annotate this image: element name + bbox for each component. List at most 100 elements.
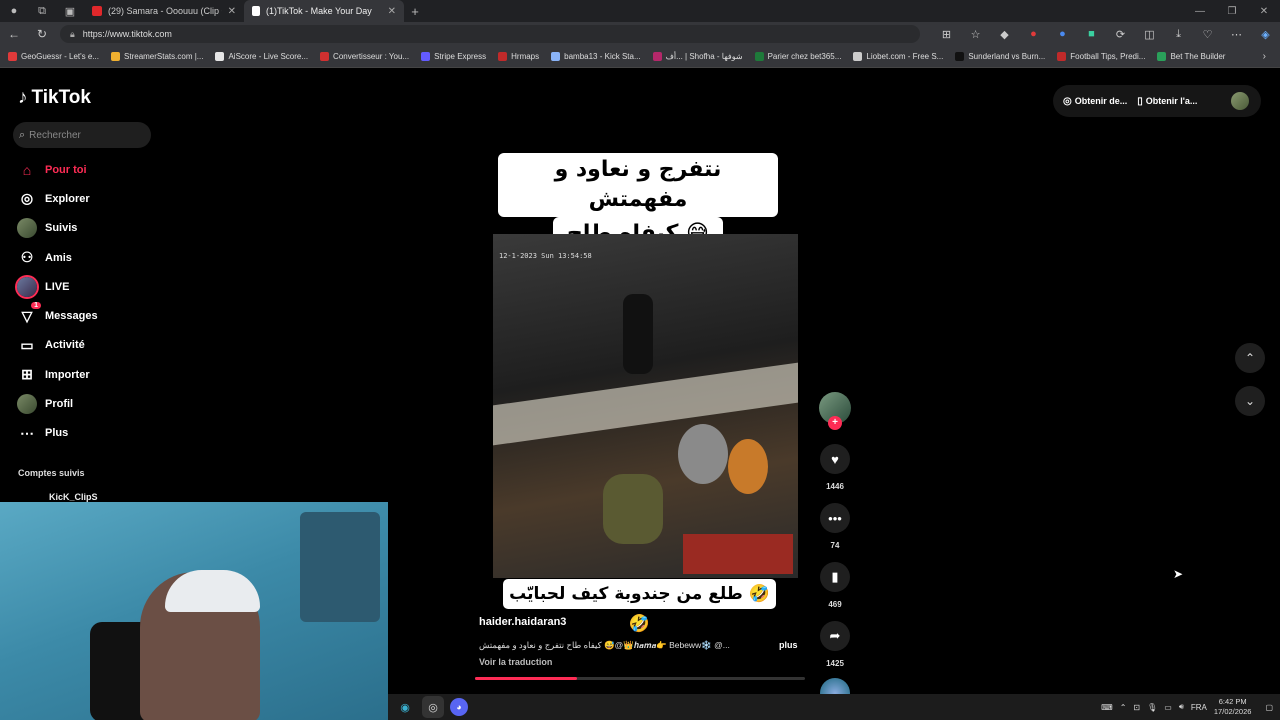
workspaces-icon[interactable]: ⧉	[28, 0, 56, 22]
bookmark[interactable]: GeoGuessr - Let's e...	[8, 52, 99, 61]
extension-icon[interactable]: ◆	[990, 28, 1019, 41]
share-action[interactable]: ➦ 1425	[818, 621, 852, 668]
comment-icon[interactable]: •••	[820, 503, 850, 533]
sidebar-item-amis[interactable]: ⚇ Amis	[16, 243, 166, 272]
get-app-button[interactable]: ▯ Obtenir l'a...	[1137, 96, 1197, 107]
notification-icon[interactable]: ▢	[1265, 703, 1273, 712]
phone-icon: ▯	[1137, 95, 1143, 107]
close-window-icon[interactable]: ✕	[1248, 6, 1280, 17]
menu-dots-icon[interactable]: ⋯	[1222, 28, 1251, 41]
downloads-icon[interactable]: ⤓	[1164, 28, 1193, 41]
bookmark[interactable]: Hrmaps	[498, 52, 539, 61]
bookmark-favicon-icon	[421, 52, 431, 61]
sidebar-item-suivis[interactable]: Suivis	[16, 214, 166, 243]
bookmark[interactable]: Convertisseur : You...	[320, 52, 409, 61]
coin-icon: ◎	[1063, 95, 1072, 107]
tab-tiktok[interactable]: (1)TikTok - Make Your Day ✕	[244, 0, 404, 22]
chevron-down-icon: ⌄	[1244, 394, 1256, 408]
video-author[interactable]: haider.haidaran3	[479, 616, 566, 628]
bookmark[interactable]: Sunderland vs Burn...	[955, 52, 1045, 61]
extension-blue-icon[interactable]: ●	[1048, 28, 1077, 41]
clock-time: 6:42 PM	[1218, 697, 1247, 706]
sidebar-item-messages[interactable]: ▽ 1 Messages	[16, 301, 166, 330]
get-coins-button[interactable]: ◎ Obtenir de...	[1063, 96, 1127, 107]
bookmark[interactable]: Football Tips, Predi...	[1057, 52, 1145, 61]
video-progress-bar[interactable]	[475, 677, 805, 680]
bookmark-label: Convertisseur : You...	[333, 52, 410, 61]
extension-green-icon[interactable]: ■	[1077, 28, 1106, 41]
chevron-up-icon[interactable]: ⌃	[1120, 703, 1127, 712]
friends-icon: ⚇	[20, 249, 34, 266]
language-indicator[interactable]: FRA	[1191, 703, 1207, 712]
maximize-icon[interactable]: ❐	[1216, 6, 1248, 17]
microphone-icon[interactable]: 🎙︎	[1147, 703, 1157, 712]
next-video-button[interactable]: ⌄	[1235, 386, 1265, 416]
sidebar-item-live[interactable]: LIVE	[16, 272, 166, 301]
new-tab-button[interactable]: +	[404, 4, 426, 19]
favorite-star-icon[interactable]: ☆	[961, 28, 990, 41]
site-info-icon[interactable]: 🔒︎	[70, 29, 75, 40]
bookmark[interactable]: Parier chez bet365...	[754, 52, 841, 61]
extension-red-icon[interactable]: ●	[1019, 28, 1048, 41]
bookmark[interactable]: Bet The Builder	[1157, 52, 1225, 61]
app-available-icon[interactable]: ⊞	[932, 28, 961, 41]
sidebar-item-explorer[interactable]: ◎ Explorer	[16, 184, 166, 213]
creator-avatar[interactable]: +	[819, 392, 851, 430]
discord-app-icon[interactable]: ◕	[450, 698, 468, 716]
close-tab-icon[interactable]: ✕	[388, 6, 396, 17]
avatar[interactable]	[1231, 92, 1249, 110]
back-icon[interactable]: ←	[0, 27, 28, 41]
profile-icon[interactable]: ●	[0, 0, 28, 22]
refresh-extension-icon[interactable]: ⟳	[1106, 28, 1135, 41]
keyboard-icon[interactable]: ⌨	[1101, 703, 1113, 712]
like-action[interactable]: ♥ 1446	[818, 444, 852, 491]
split-screen-icon[interactable]: ◫	[1135, 28, 1164, 41]
bookmark[interactable]: Liobet.com - Free S...	[853, 52, 943, 61]
bookmark-favicon-icon	[8, 52, 17, 61]
bookmark[interactable]: bamba13 - Kick Sta...	[551, 52, 641, 61]
sidebar-item-label: Amis	[45, 251, 72, 264]
comment-action[interactable]: ••• 74	[818, 503, 852, 550]
search-input[interactable]: ⌕ Rechercher	[13, 122, 151, 148]
video-player[interactable]: 12-1-2023 Sun 13:54:58	[493, 234, 798, 578]
sidebar-item-label: Messages	[45, 310, 98, 323]
tab-samara[interactable]: (29) Samara - Ooouuu (Clip Offic ✕	[84, 0, 244, 22]
clock[interactable]: 6:42 PM 17/02/2026	[1214, 697, 1252, 717]
reload-icon[interactable]: ↻	[28, 27, 56, 41]
bookmark-icon[interactable]: ▮	[820, 562, 850, 592]
display-icon[interactable]: ▭	[1164, 703, 1172, 712]
sidebar-item-activite[interactable]: ▭ Activité	[16, 331, 166, 360]
more-button[interactable]: plus	[779, 640, 798, 650]
heart-icon[interactable]: ♥	[820, 444, 850, 474]
network-icon[interactable]: ⊡	[1133, 703, 1140, 712]
follow-plus-icon[interactable]: +	[828, 416, 842, 430]
copilot-icon[interactable]: ◈	[1251, 28, 1280, 41]
previous-video-button[interactable]: ⌃	[1235, 343, 1265, 373]
bookmark[interactable]: AiScore - Live Score...	[215, 52, 308, 61]
close-tab-icon[interactable]: ✕	[228, 6, 236, 17]
bookmark[interactable]: Stripe Express	[421, 52, 486, 61]
sidebar-item-importer[interactable]: ⊞ Importer	[16, 360, 166, 389]
bookmark[interactable]: أف... | Shofha - شوفها	[652, 52, 743, 61]
url-field[interactable]: 🔒︎ https://www.tiktok.com	[60, 25, 920, 43]
chevron-right-icon[interactable]: ›	[1263, 51, 1266, 62]
translate-link[interactable]: Voir la traduction	[479, 657, 552, 667]
performance-icon[interactable]: ♡	[1193, 28, 1222, 41]
obs-app-icon[interactable]: ◎	[422, 696, 444, 718]
compass-icon: ◎	[20, 190, 34, 207]
video-figure	[603, 474, 663, 544]
minimize-icon[interactable]: —	[1184, 6, 1216, 17]
tiktok-logo[interactable]: ♪ TikTok	[18, 87, 91, 109]
live-icon	[17, 276, 37, 297]
sidebar-item-plus[interactable]: ⋯ Plus	[16, 419, 166, 448]
sidebar-item-profil[interactable]: Profil	[16, 389, 166, 418]
tab-actions-icon[interactable]: ▣	[56, 0, 84, 22]
sidebar-item-label: Explorer	[45, 192, 90, 205]
volume-icon[interactable]: 🔊︎	[1179, 702, 1184, 712]
bookmark[interactable]: StreamerStats.com |...	[111, 52, 203, 61]
share-icon[interactable]: ➦	[820, 621, 850, 651]
edge-app-icon[interactable]: ◉	[394, 696, 416, 718]
followed-account-item[interactable]: KicK_ClipS	[49, 492, 98, 502]
sidebar-item-pour-toi[interactable]: ⌂ Pour toi	[16, 155, 166, 184]
save-action[interactable]: ▮ 469	[818, 562, 852, 609]
